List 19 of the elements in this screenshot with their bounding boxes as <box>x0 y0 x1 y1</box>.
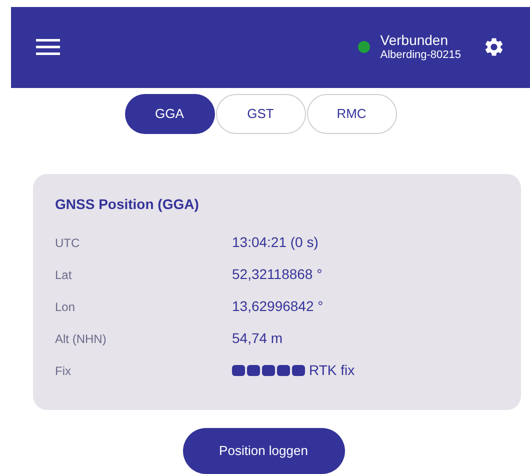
field-label: UTC <box>55 234 81 252</box>
log-position-button[interactable]: Position loggen <box>182 428 344 474</box>
field-label: Fix <box>55 362 72 380</box>
field-value: 52,32118868 ° <box>232 265 322 284</box>
device-name: Alberding-80215 <box>380 49 461 63</box>
card-title: GNSS Position (GGA) <box>55 194 200 214</box>
field-value: 54,74 m <box>232 329 283 348</box>
field-label: Lon <box>55 298 76 316</box>
field-label: Lat <box>55 266 73 284</box>
tab[interactable]: GGA <box>124 94 214 134</box>
field-value: 13,62996842 ° <box>232 297 324 316</box>
tab[interactable]: GST <box>216 94 306 134</box>
field-value: RTK fix <box>309 361 355 380</box>
connection-status: Verbunden <box>380 32 449 50</box>
field-label: Alt (NHN) <box>55 330 108 348</box>
settings-icon[interactable] <box>483 36 505 58</box>
field-value: 13:04:21 (0 s) <box>232 233 318 252</box>
menu-icon[interactable] <box>36 38 60 56</box>
tab[interactable]: RMC <box>306 94 396 134</box>
